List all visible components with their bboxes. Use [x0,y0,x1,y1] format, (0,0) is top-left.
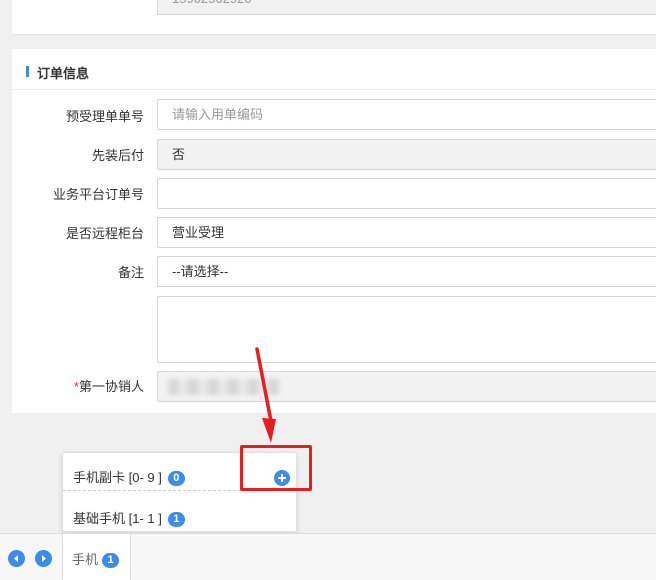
section-title: 订单信息 [37,66,90,81]
first-co-seller-label-text: 第一协销人 [78,379,144,394]
platform-order-number-input[interactable] [157,178,656,209]
first-co-seller-label: *第一协销人 [24,376,144,395]
prev-arrow-icon[interactable] [8,550,25,567]
phone-number-field: 15902562920 [157,0,656,15]
order-info-card: 订单信息 预受理单单号 请输入用单编码 先装后付 否 业务平台订单号 是否远程柜… [12,49,656,413]
tab-phone[interactable]: 手机 1 [62,534,131,580]
pre-acceptance-number-placeholder: 请输入用单编码 [172,107,264,122]
annotation-arrow [255,347,276,443]
tab-phone-text: 手机 1 [72,549,120,568]
list-item-basic-phone[interactable]: 基础手机 [1- 1 ] 1 [63,494,296,532]
count-badge: 0 [167,471,185,486]
bottom-tab-bar: 手机 1 [0,533,656,580]
card-header: 订单信息 [12,49,656,90]
section-marker-bar [26,66,29,77]
pre-acceptance-number-input[interactable]: 请输入用单编码 [157,99,656,130]
remark-textarea[interactable] [157,296,656,363]
next-arrow-icon[interactable] [35,550,52,567]
annotation-highlight-box [240,445,312,491]
basic-phone-label: 基础手机 [1- 1 ] [73,511,162,526]
count-badge: 1 [102,553,120,568]
remark-label: 备注 [117,265,144,280]
remark-select[interactable]: --请选择-- [157,256,656,287]
customer-info-card: 15902562920 [12,0,656,35]
platform-order-number-label: 业务平台订单号 [52,187,144,202]
pre-acceptance-number-label: 预受理单单号 [65,109,144,124]
install-first-pay-later-field: 否 [157,139,656,170]
secondary-card-text: 手机副卡 [0- 9 ] 0 [73,467,185,486]
first-co-seller-field [157,371,656,402]
secondary-card-label: 手机副卡 [0- 9 ] [73,470,162,485]
remote-counter-label: 是否远程柜台 [65,226,144,241]
tab-phone-label: 手机 [72,552,99,567]
remote-counter-field[interactable]: 营业受理 [157,217,656,248]
count-badge: 1 [167,512,185,527]
install-first-pay-later-label: 先装后付 [91,148,144,163]
basic-phone-text: 基础手机 [1- 1 ] 1 [73,508,185,527]
